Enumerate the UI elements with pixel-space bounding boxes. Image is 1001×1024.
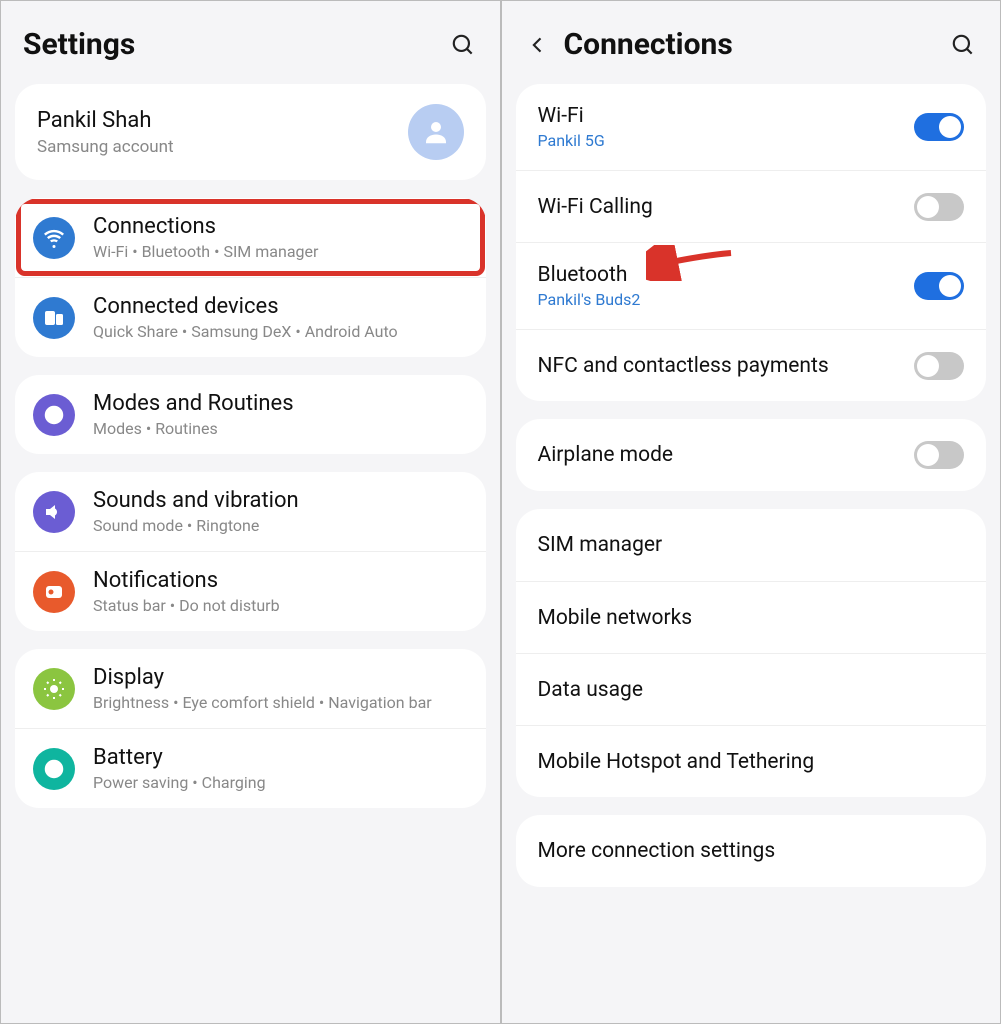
- notif-icon: [33, 571, 75, 613]
- connection-item-wi-fi[interactable]: Wi-Fi Pankil 5G: [516, 84, 987, 170]
- settings-group: Modes and Routines Modes • Routines: [15, 375, 486, 454]
- settings-item-title: Connections: [93, 214, 468, 239]
- toggle-wi-fi-calling[interactable]: [914, 193, 964, 221]
- connection-item-wi-fi-calling[interactable]: Wi-Fi Calling: [516, 170, 987, 242]
- settings-item-battery[interactable]: Battery Power saving • Charging: [15, 728, 486, 808]
- settings-item-title: Display: [93, 665, 468, 690]
- settings-item-sub: Power saving • Charging: [93, 773, 468, 792]
- sound-icon: [33, 491, 75, 533]
- connection-item-sub: Pankil's Buds2: [538, 290, 915, 309]
- settings-item-connected-devices[interactable]: Connected devices Quick Share • Samsung D…: [15, 277, 486, 357]
- connections-group: SIM manager Mobile networks Data usage Mobi…: [516, 509, 987, 797]
- connection-item-mobile-hotspot-and-tethering[interactable]: Mobile Hotspot and Tethering: [516, 725, 987, 797]
- settings-header: Settings: [1, 1, 500, 84]
- settings-item-sub: Wi-Fi • Bluetooth • SIM manager: [93, 242, 468, 261]
- routines-icon: [33, 394, 75, 436]
- connection-item-sim-manager[interactable]: SIM manager: [516, 509, 987, 581]
- page-title: Settings: [23, 27, 448, 62]
- connection-item-title: Mobile Hotspot and Tethering: [538, 750, 965, 774]
- search-icon: [950, 32, 976, 58]
- wifi-icon: [33, 217, 75, 259]
- chevron-left-icon: [528, 35, 548, 55]
- settings-item-sub: Brightness • Eye comfort shield • Naviga…: [93, 693, 468, 712]
- connection-item-title: Data usage: [538, 678, 965, 702]
- connection-item-title: More connection settings: [538, 839, 965, 863]
- display-icon: [33, 668, 75, 710]
- connection-item-title: Wi-Fi Calling: [538, 195, 915, 219]
- connection-item-title: SIM manager: [538, 533, 965, 557]
- connection-item-title: Airplane mode: [538, 443, 915, 467]
- connections-group: Airplane mode: [516, 419, 987, 491]
- search-icon: [450, 32, 476, 58]
- connections-panel: Connections Wi-Fi Pankil 5G Wi-Fi Calling B…: [501, 0, 1001, 1024]
- connection-item-title: Mobile networks: [538, 606, 965, 630]
- back-button[interactable]: [524, 31, 552, 59]
- settings-item-title: Connected devices: [93, 294, 468, 319]
- connection-item-title: NFC and contactless payments: [538, 354, 915, 378]
- connection-item-nfc-and-contactless-payments[interactable]: NFC and contactless payments: [516, 329, 987, 401]
- devices-icon: [33, 297, 75, 339]
- connection-item-title: Wi-Fi: [538, 104, 915, 128]
- connection-item-sub: Pankil 5G: [538, 131, 915, 150]
- search-button[interactable]: [948, 30, 978, 60]
- settings-content: Pankil Shah Samsung account Connections W…: [1, 84, 500, 826]
- connection-item-data-usage[interactable]: Data usage: [516, 653, 987, 725]
- connections-group: More connection settings: [516, 815, 987, 887]
- avatar[interactable]: [408, 104, 464, 160]
- toggle-wi-fi[interactable]: [914, 113, 964, 141]
- account-sub: Samsung account: [37, 137, 408, 157]
- connection-item-mobile-networks[interactable]: Mobile networks: [516, 581, 987, 653]
- connections-group: Wi-Fi Pankil 5G Wi-Fi Calling Bluetooth Pank…: [516, 84, 987, 401]
- connections-header: Connections: [502, 1, 1001, 84]
- settings-group: Display Brightness • Eye comfort shield •…: [15, 649, 486, 808]
- toggle-bluetooth[interactable]: [914, 272, 964, 300]
- settings-panel: Settings Pankil Shah Samsung account Con…: [0, 0, 501, 1024]
- person-icon: [421, 117, 451, 147]
- connections-content: Wi-Fi Pankil 5G Wi-Fi Calling Bluetooth Pank…: [502, 84, 1001, 905]
- settings-item-sub: Modes • Routines: [93, 419, 468, 438]
- search-button[interactable]: [448, 30, 478, 60]
- settings-item-sub: Sound mode • Ringtone: [93, 516, 468, 535]
- settings-item-sub: Quick Share • Samsung DeX • Android Auto: [93, 322, 468, 341]
- settings-item-title: Battery: [93, 745, 468, 770]
- settings-group: Connections Wi-Fi • Bluetooth • SIM manag…: [15, 198, 486, 357]
- settings-item-title: Modes and Routines: [93, 391, 468, 416]
- battery-icon: [33, 748, 75, 790]
- settings-item-sounds-and-vibration[interactable]: Sounds and vibration Sound mode • Rington…: [15, 472, 486, 551]
- settings-item-title: Sounds and vibration: [93, 488, 468, 513]
- settings-item-connections[interactable]: Connections Wi-Fi • Bluetooth • SIM manag…: [15, 198, 486, 277]
- page-title: Connections: [564, 27, 949, 62]
- settings-item-sub: Status bar • Do not disturb: [93, 596, 468, 615]
- settings-group: Sounds and vibration Sound mode • Rington…: [15, 472, 486, 631]
- settings-item-notifications[interactable]: Notifications Status bar • Do not disturb: [15, 551, 486, 631]
- connection-item-more-connection-settings[interactable]: More connection settings: [516, 815, 987, 887]
- toggle-airplane-mode[interactable]: [914, 441, 964, 469]
- connection-item-airplane-mode[interactable]: Airplane mode: [516, 419, 987, 491]
- account-name: Pankil Shah: [37, 108, 408, 133]
- settings-item-title: Notifications: [93, 568, 468, 593]
- account-card[interactable]: Pankil Shah Samsung account: [15, 84, 486, 180]
- connection-item-title: Bluetooth: [538, 263, 915, 287]
- settings-item-display[interactable]: Display Brightness • Eye comfort shield •…: [15, 649, 486, 728]
- toggle-nfc-and-contactless-payments[interactable]: [914, 352, 964, 380]
- connection-item-bluetooth[interactable]: Bluetooth Pankil's Buds2: [516, 242, 987, 329]
- settings-item-modes-and-routines[interactable]: Modes and Routines Modes • Routines: [15, 375, 486, 454]
